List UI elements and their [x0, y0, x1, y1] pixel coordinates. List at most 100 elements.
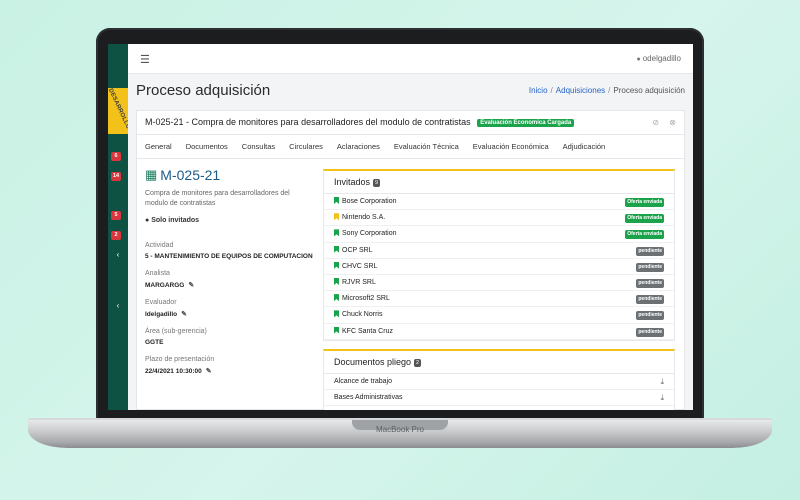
- top-navbar: ☰ ● odelgadillo: [128, 44, 693, 74]
- invitado-name: OCP SRL: [342, 246, 373, 254]
- user-icon: ●: [636, 56, 641, 63]
- chevron-left-icon[interactable]: ‹: [113, 250, 123, 260]
- invitado-status-badge: pendiente: [636, 262, 664, 272]
- process-code-text: M-025-21: [160, 167, 221, 183]
- invitado-status-badge: pendiente: [636, 311, 664, 321]
- download-icon[interactable]: ⤓: [660, 390, 664, 406]
- edit-pencil-icon[interactable]: ✎: [188, 282, 194, 289]
- environment-ribbon-label: DESARROLLO: [108, 88, 128, 131]
- actividad-label: Actividad: [145, 242, 174, 249]
- bookmark-icon: [334, 197, 339, 204]
- user-menu[interactable]: ● odelgadillo: [637, 54, 682, 63]
- documentos-count: 2: [414, 359, 422, 367]
- process-header: M-025-21 - Compra de monitores para desa…: [137, 111, 684, 135]
- invitado-row[interactable]: Microsoft2 SRL pendiente: [324, 291, 674, 308]
- invitado-name: Chuck Norris: [342, 311, 383, 319]
- breadcrumb-home[interactable]: Inicio: [529, 86, 548, 95]
- area-value: GGTE: [145, 339, 164, 346]
- breadcrumb-current: Proceso adquisición: [613, 86, 685, 95]
- evaluador-label: Evaluador: [145, 299, 177, 306]
- invitado-status-badge: pendiente: [636, 295, 664, 305]
- analista-value: MARGARGG: [145, 282, 185, 289]
- laptop-brand: MacBook Pro: [375, 425, 425, 434]
- area-label: Área (sub-gerencia): [145, 328, 207, 335]
- bookmark-icon: [334, 213, 339, 221]
- plazo-label: Plazo de presentación: [145, 356, 215, 363]
- qr-code-icon: ▦: [145, 167, 158, 182]
- documento-row[interactable]: Alcance de trabajo ⤓: [324, 374, 674, 390]
- process-details: ▦ M-025-21 Compra de monitores para desa…: [145, 167, 317, 407]
- close-icon[interactable]: ⊗: [669, 118, 676, 127]
- edit-pencil-icon[interactable]: ✎: [181, 311, 187, 318]
- tab-evaluacion-tecnica[interactable]: Evaluación Técnica: [394, 142, 459, 151]
- tab-aclaraciones[interactable]: Aclaraciones: [337, 142, 380, 151]
- invitado-row[interactable]: Bose Corporation Oferta enviada: [324, 194, 674, 211]
- breadcrumb: Inicio / Adquisiciones / Proceso adquisición: [528, 86, 685, 95]
- documentos-title-text: Documentos pliego: [334, 357, 412, 367]
- analista-row: MARGARGG ✎: [145, 281, 317, 289]
- tab-circulares[interactable]: Circulares: [289, 142, 323, 151]
- sidebar-badge-4[interactable]: 2: [111, 231, 121, 240]
- sidebar-badge-2[interactable]: 14: [111, 172, 121, 181]
- evaluador-row: ldelgadillo ✎: [145, 310, 317, 318]
- invitado-row[interactable]: KFC Santa Cruz pendiente: [324, 324, 674, 340]
- documentos-title: Documentos pliego 2: [324, 351, 674, 374]
- invitado-name: Microsoft2 SRL: [342, 295, 390, 303]
- environment-ribbon: DESARROLLO: [108, 88, 128, 134]
- invitados-list: Bose Corporation Oferta enviada Nintendo S…: [324, 194, 674, 340]
- invitado-status-badge: Oferta enviada: [625, 214, 664, 224]
- invitado-name: RJVR SRL: [342, 278, 376, 286]
- sidebar-badge-1[interactable]: 6: [111, 152, 121, 161]
- users-icon: ●: [145, 217, 150, 224]
- cancel-icon[interactable]: ⊘: [652, 118, 659, 127]
- invitado-status-badge: Oferta enviada: [625, 198, 664, 207]
- invitado-status-badge: pendiente: [636, 246, 664, 256]
- actividad-value: 5 - MANTENIMIENTO DE EQUIPOS DE COMPUTAC…: [145, 253, 313, 260]
- tab-documentos[interactable]: Documentos: [186, 142, 228, 151]
- process-code: ▦ M-025-21: [145, 167, 317, 183]
- invitado-status-badge: Oferta enviada: [625, 230, 664, 240]
- documentos-panel: Documentos pliego 2 Alcance de trabajo ⤓ Ba…: [323, 349, 675, 410]
- tab-adjudicacion[interactable]: Adjudicación: [563, 142, 606, 151]
- tab-general[interactable]: General: [145, 142, 172, 151]
- main-content: Proceso adquisición Inicio / Adquisiciones…: [128, 74, 693, 410]
- hamburger-menu-icon[interactable]: ☰: [140, 53, 150, 66]
- bookmark-icon: [334, 245, 339, 253]
- process-header-title: M-025-21 - Compra de monitores para desa…: [145, 117, 471, 127]
- screen: DESARROLLO 6 14 5 2 ‹ ‹ ☰ ● odelgadillo P…: [108, 44, 693, 410]
- documento-name: Bases Administrativas: [334, 394, 403, 401]
- bookmark-icon: [334, 277, 339, 285]
- invitado-name: KFC Santa Cruz: [342, 327, 393, 335]
- status-badge: Evaluación Economica Cargada: [477, 119, 575, 127]
- invitado-row[interactable]: OCP SRL pendiente: [324, 243, 674, 259]
- invitado-status-badge: pendiente: [636, 327, 664, 337]
- sidebar-badge-3[interactable]: 5: [111, 211, 121, 220]
- tab-evaluacion-economica[interactable]: Evaluación Económica: [473, 142, 549, 151]
- plazo-value: 22/4/2021 10:30:00: [145, 368, 202, 375]
- username: odelgadillo: [642, 54, 681, 63]
- invitado-row[interactable]: Sony Corporation Oferta enviada: [324, 226, 674, 243]
- invitado-name: CHVC SRL: [342, 262, 378, 270]
- invitado-row[interactable]: Chuck Norris pendiente: [324, 307, 674, 324]
- process-card: M-025-21 - Compra de monitores para desa…: [136, 110, 685, 410]
- process-tabs: General Documentos Consultas Circulares …: [137, 135, 684, 159]
- edit-pencil-icon[interactable]: ✎: [206, 368, 212, 375]
- invitado-row[interactable]: CHVC SRL pendiente: [324, 259, 674, 275]
- invitados-count: 9: [373, 179, 381, 187]
- invitados-title-text: Invitados: [334, 177, 371, 187]
- bookmark-icon: [334, 261, 339, 269]
- documento-row[interactable]: Bases Administrativas ⤓: [324, 390, 674, 406]
- invitado-row[interactable]: RJVR SRL pendiente: [324, 275, 674, 292]
- invitado-name: Bose Corporation: [342, 198, 397, 205]
- invitados-title: Invitados 9: [324, 171, 674, 194]
- tab-consultas[interactable]: Consultas: [242, 142, 275, 151]
- breadcrumb-section[interactable]: Adquisiciones: [556, 86, 605, 95]
- invitado-row[interactable]: Nintendo S.A. Oferta enviada: [324, 210, 674, 227]
- bookmark-icon: [334, 310, 339, 318]
- invitado-name: Nintendo S.A.: [342, 214, 386, 222]
- download-icon[interactable]: ⤓: [660, 374, 664, 390]
- documentos-list: Alcance de trabajo ⤓ Bases Administrativas…: [324, 374, 674, 406]
- chevron-left-icon[interactable]: ‹: [113, 301, 123, 311]
- page-title: Proceso adquisición: [136, 82, 271, 99]
- evaluador-value: ldelgadillo: [145, 311, 178, 318]
